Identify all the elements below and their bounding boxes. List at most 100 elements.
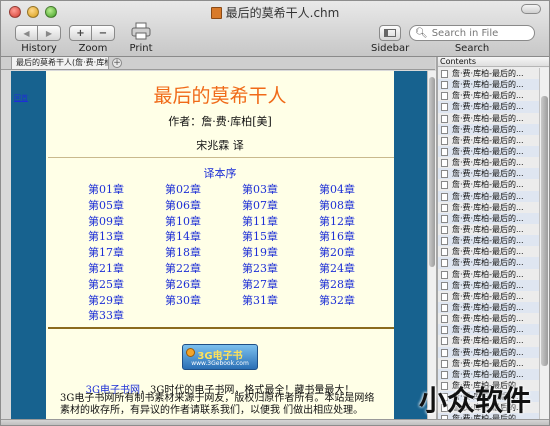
chapter-link[interactable]: 第31章 bbox=[242, 292, 319, 308]
contents-item[interactable]: 詹·费·库柏-最后的... bbox=[438, 235, 539, 247]
contents-scrollbar[interactable] bbox=[539, 68, 549, 419]
divider-line bbox=[48, 157, 394, 158]
contents-item-label: 詹·费·库柏-最后的... bbox=[452, 213, 524, 223]
contents-item[interactable]: 詹·费·库柏-最后的... bbox=[438, 123, 539, 135]
zoom-in-button[interactable]: + bbox=[69, 25, 92, 41]
chapter-link[interactable]: 第19章 bbox=[242, 244, 319, 260]
chapter-link[interactable]: 第23章 bbox=[242, 260, 319, 276]
chapter-link[interactable]: 第29章 bbox=[88, 292, 165, 308]
contents-item[interactable]: 詹·费·库柏-最后的... bbox=[438, 335, 539, 346]
contents-item[interactable]: 詹·费·库柏-最后的... bbox=[438, 224, 539, 235]
document-scroll-thumb[interactable] bbox=[429, 77, 435, 267]
chapter-link[interactable]: 第16章 bbox=[319, 228, 396, 244]
contents-item-label: 詹·费·库柏-最后的... bbox=[452, 258, 524, 268]
document-scrollbar[interactable] bbox=[427, 71, 436, 419]
chapter-link[interactable]: 第25章 bbox=[88, 276, 165, 292]
chapter-link[interactable]: 第06章 bbox=[165, 197, 242, 213]
chapter-link[interactable]: 第07章 bbox=[242, 197, 319, 213]
contents-item[interactable]: 詹·费·库柏-最后的... bbox=[438, 358, 539, 369]
contents-scroll-thumb[interactable] bbox=[541, 96, 548, 366]
page-icon bbox=[441, 81, 448, 90]
logo-url-text: www.3Gebook.com bbox=[191, 360, 249, 367]
contents-item[interactable]: 詹·费·库柏-最后的... bbox=[438, 324, 539, 336]
contents-item[interactable]: 詹·费·库柏-最后的... bbox=[438, 179, 539, 190]
contents-item[interactable]: 詹·费·库柏-最后的... bbox=[438, 157, 539, 168]
contents-item[interactable]: 詹·费·库柏-最后的... bbox=[438, 68, 539, 79]
chapter-link[interactable]: 第33章 bbox=[88, 307, 165, 323]
home-link[interactable]: 回首 bbox=[14, 93, 28, 103]
chapter-link[interactable]: 第14章 bbox=[165, 228, 242, 244]
chapter-link[interactable]: 第08章 bbox=[319, 197, 396, 213]
contents-item[interactable]: 詹·费·库柏-最后的... bbox=[438, 246, 539, 257]
chapter-link[interactable]: 第24章 bbox=[319, 260, 396, 276]
history-label: History bbox=[21, 43, 57, 54]
contents-item[interactable]: 詹·费·库柏-最后的... bbox=[438, 135, 539, 146]
chapter-link[interactable]: 第27章 bbox=[242, 276, 319, 292]
back-button[interactable]: ◀ bbox=[15, 25, 38, 41]
contents-item-label: 詹·费·库柏-最后的... bbox=[452, 358, 524, 368]
contents-item[interactable]: 詹·费·库柏-最后的... bbox=[438, 269, 539, 280]
page-icon bbox=[441, 181, 448, 190]
chapter-link[interactable]: 第05章 bbox=[88, 197, 165, 213]
contents-item[interactable]: 詹·费·库柏-最后的... bbox=[438, 212, 539, 224]
preface-link[interactable]: 译本序 bbox=[46, 165, 394, 181]
chapter-link[interactable]: 第01章 bbox=[88, 181, 165, 197]
contents-item[interactable]: 詹·费·库柏-最后的... bbox=[438, 291, 539, 302]
zoom-label: Zoom bbox=[78, 43, 108, 54]
chapter-link[interactable]: 第03章 bbox=[242, 181, 319, 197]
chapter-link[interactable]: 第32章 bbox=[319, 292, 396, 308]
chapter-link[interactable]: 第22章 bbox=[165, 260, 242, 276]
contents-item-label: 詹·费·库柏-最后的... bbox=[452, 302, 524, 312]
chapter-link[interactable]: 第13章 bbox=[88, 228, 165, 244]
chapter-link[interactable]: 第04章 bbox=[319, 181, 396, 197]
contents-item[interactable]: 詹·费·库柏-最后的... bbox=[438, 145, 539, 158]
sidebar-toggle-button[interactable] bbox=[379, 25, 401, 41]
book-translator: 宋兆霖 译 bbox=[196, 139, 244, 152]
3gebook-logo[interactable]: 3G电子书 www.3Gebook.com bbox=[182, 344, 258, 370]
chapter-link[interactable]: 第02章 bbox=[165, 181, 242, 197]
contents-item[interactable]: 詹·费·库柏-最后的... bbox=[438, 202, 539, 213]
contents-item[interactable]: 詹·费·库柏-最后的... bbox=[438, 257, 539, 269]
contents-item-label: 詹·费·库柏-最后的... bbox=[452, 347, 524, 357]
new-tab-button[interactable]: + bbox=[112, 58, 122, 68]
chapter-link[interactable]: 第18章 bbox=[165, 244, 242, 260]
chapter-link[interactable]: 第21章 bbox=[88, 260, 165, 276]
chapter-link[interactable]: 第30章 bbox=[165, 292, 242, 308]
chapter-link[interactable]: 第09章 bbox=[88, 213, 165, 229]
contents-item[interactable]: 詹·费·库柏-最后的... bbox=[438, 346, 539, 358]
chapter-link[interactable]: 第15章 bbox=[242, 228, 319, 244]
contents-item-label: 詹·费·库柏-最后的... bbox=[452, 80, 524, 90]
contents-item[interactable]: 詹·费·库柏-最后的... bbox=[438, 190, 539, 202]
chapter-link[interactable]: 第26章 bbox=[165, 276, 242, 292]
page-icon bbox=[441, 70, 448, 78]
contents-item-label: 詹·费·库柏-最后的... bbox=[452, 280, 524, 290]
contents-list: 詹·费·库柏-最后的... 詹·费·库柏-最后的... 詹·费·库柏-最后的... 詹… bbox=[438, 68, 539, 419]
forward-button[interactable]: ▶ bbox=[38, 25, 61, 41]
toolbar-toggle-button[interactable] bbox=[521, 4, 541, 14]
chapter-link[interactable]: 第11章 bbox=[242, 213, 319, 229]
chapter-link[interactable]: 第28章 bbox=[319, 276, 396, 292]
footer-disclaimer: 3G电子书网所有制书素材来源于网友，版权归原作者所有。本站是网络 素材的收存所，… bbox=[60, 393, 394, 417]
search-input[interactable]: 🔍︎ Search in File bbox=[409, 25, 535, 41]
chapter-link[interactable]: 第17章 bbox=[88, 244, 165, 260]
chapter-link[interactable]: 第20章 bbox=[319, 244, 396, 260]
contents-item-label: 詹·费·库柏-最后的... bbox=[452, 69, 524, 78]
watermark-text: 小众软件 bbox=[419, 384, 532, 417]
contents-item[interactable]: 詹·费·库柏-最后的... bbox=[438, 279, 539, 291]
contents-item[interactable]: 詹·费·库柏-最后的... bbox=[438, 313, 539, 324]
contents-item[interactable]: 詹·费·库柏-最后的... bbox=[438, 79, 539, 91]
zoom-out-button[interactable]: − bbox=[92, 25, 115, 41]
tab-document[interactable]: 最后的莫希干人(詹·费·库柏) bbox=[11, 57, 109, 70]
printer-icon[interactable] bbox=[131, 22, 151, 40]
contents-item[interactable]: 詹·费·库柏-最后的... bbox=[438, 113, 539, 124]
contents-item[interactable]: 詹·费·库柏-最后的... bbox=[438, 90, 539, 101]
contents-item-label: 詹·费·库柏-最后的... bbox=[452, 269, 524, 279]
contents-item-label: 詹·费·库柏-最后的... bbox=[452, 224, 524, 234]
chapter-link[interactable]: 第12章 bbox=[319, 213, 396, 229]
contents-item[interactable]: 詹·费·库柏-最后的... bbox=[438, 301, 539, 314]
contents-item[interactable]: 詹·费·库柏-最后的... bbox=[438, 101, 539, 113]
chapter-link[interactable]: 第10章 bbox=[165, 213, 242, 229]
contents-item[interactable]: 詹·费·库柏-最后的... bbox=[438, 168, 539, 180]
contents-item-label: 詹·费·库柏-最后的... bbox=[452, 336, 524, 346]
footer-line-2: 3G电子书网所有制书素材来源于网友，版权归原作者所有。本站是网络 bbox=[60, 393, 375, 404]
